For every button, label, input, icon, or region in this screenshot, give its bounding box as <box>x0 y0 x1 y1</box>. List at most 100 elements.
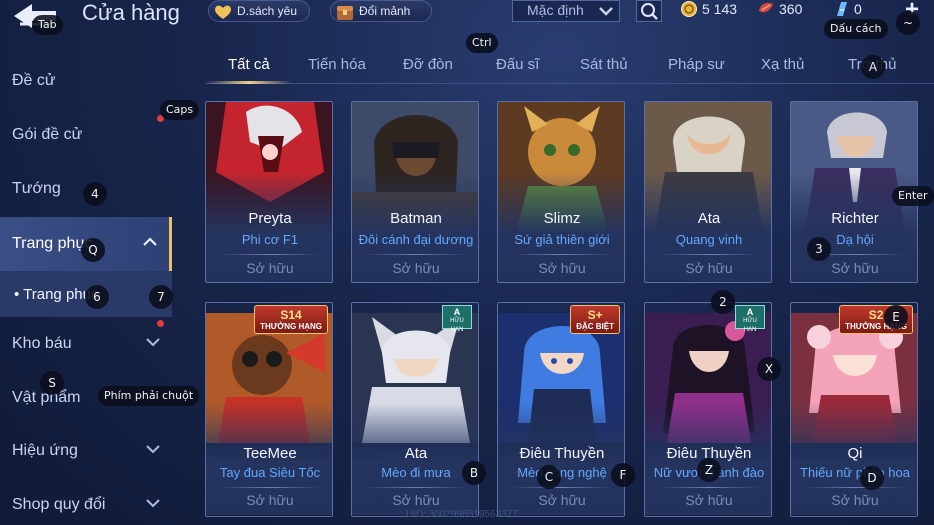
skin-card[interactable]: Slimz Sứ giả thiên giới Sở hữu <box>497 101 625 283</box>
voucher-counter: 0 <box>834 0 862 18</box>
skin-name: Quang vinh <box>675 232 743 247</box>
tab-marksman[interactable]: Xạ thủ <box>761 56 804 73</box>
skin-card[interactable]: Batman Đôi cánh đại dương Sở hữu <box>351 101 479 283</box>
sidebar-item-label: Đề cử <box>12 72 56 89</box>
tag-label: THƯỞNG HẠNG <box>260 322 322 331</box>
skin-card[interactable]: S2 THƯỞNG HẠNG Qi Thiếu nữ pháo hoa Sở h… <box>790 302 918 517</box>
hero-name: TeeMee <box>243 445 297 462</box>
skin-name: Phi cơ F1 <box>241 232 299 247</box>
skin-card[interactable]: S14 THƯỞNG HẠNG TeeMee Tay đua Siêu Tốc … <box>205 302 333 517</box>
sidebar-item-exchange-shop[interactable]: Shop quy đổi <box>0 478 172 525</box>
ownership-status: Sở hữu <box>392 260 440 276</box>
tab-assassin[interactable]: Sát thủ <box>580 56 628 73</box>
skin-card[interactable]: Preyta Phi cơ F1 Sở hữu <box>205 101 333 283</box>
voucher-amount: 0 <box>854 1 862 17</box>
skin-card[interactable]: Ata Quang vinh Sở hữu <box>644 101 772 283</box>
card-divider <box>512 487 612 488</box>
card-divider <box>366 487 466 488</box>
tag-label: HỮU HẠN <box>450 318 464 333</box>
sidebar-item-treasure[interactable]: Kho báu <box>0 317 172 371</box>
chevron-down-icon <box>146 499 160 508</box>
skin-name: Tay đua Siêu Tốc <box>219 465 321 480</box>
chevron-down-icon <box>599 7 613 16</box>
skin-card[interactable]: A HỮU HẠN Ata Mèo đi mưa Sở hữu <box>351 302 479 517</box>
key-hint-4: 4 <box>83 182 107 206</box>
rank-reward-tag: S14 THƯỞNG HẠNG <box>254 305 328 334</box>
sidebar-item-effects[interactable]: Hiệu ứng <box>0 424 172 478</box>
sidebar-item-label: Gói đề cử <box>12 126 83 143</box>
key-hint-ctrl: Ctrl <box>466 33 498 53</box>
gold-amount: 5 143 <box>702 1 738 17</box>
hero-name: Ata <box>404 445 428 462</box>
shard-exchange-button[interactable]: Đổi mảnh <box>330 0 432 22</box>
sidebar-item-label: Shop quy đổi <box>12 496 106 513</box>
card-divider <box>220 487 320 488</box>
card-divider <box>512 254 612 255</box>
tag-grade: S+ <box>587 308 603 322</box>
skin-card[interactable]: S+ ĐẶC BIỆT Điêu Thuyền Mèo công nghệ Sở… <box>497 302 625 517</box>
gem-icon <box>759 2 773 13</box>
hero-name: Slimz <box>543 210 581 227</box>
sort-value: Mặc định <box>527 2 584 18</box>
chevron-down-icon <box>146 338 160 347</box>
skin-name: Mèo công nghệ <box>517 465 607 480</box>
special-tag: S+ ĐẶC BIỆT <box>570 305 620 334</box>
tag-label: ĐẶC BIỆT <box>576 322 614 331</box>
category-tabs: Tất cả Tiến hóa Đỡ đòn Đấu sĩ Sát thủ Ph… <box>206 52 934 84</box>
key-hint-a: A <box>861 55 885 79</box>
limited-tag: A HỮU HẠN <box>442 305 472 333</box>
skin-name: Mèo đi mưa <box>381 465 451 480</box>
tab-mage[interactable]: Pháp sư <box>668 56 725 73</box>
tab-evolution[interactable]: Tiến hóa <box>308 56 366 73</box>
key-hint-x: X <box>757 357 781 381</box>
skin-name: Thiếu nữ pháo hoa <box>800 465 910 480</box>
user-id: UID: 3002998519563377 <box>406 509 518 520</box>
chevron-up-icon <box>143 237 157 246</box>
key-hint-e: E <box>884 305 908 329</box>
hero-name: Ata <box>697 210 721 227</box>
tag-season: S14 <box>280 308 302 322</box>
gold-counter: 5 143 <box>680 0 737 18</box>
search-icon <box>641 3 658 20</box>
ownership-status: Sở hữu <box>685 492 733 508</box>
skin-card[interactable]: A HỮU HẠN Điêu Thuyền Nữ vương anh đào S… <box>644 302 772 517</box>
sidebar-item-recommended[interactable]: Đề cử <box>0 54 172 108</box>
notification-dot <box>157 320 164 327</box>
ownership-status: Sở hữu <box>538 260 586 276</box>
key-hint-enter: Enter <box>892 186 934 206</box>
tab-fighter[interactable]: Đấu sĩ <box>496 56 539 73</box>
key-hint-7: 7 <box>149 285 173 309</box>
tab-tank[interactable]: Đỡ đòn <box>403 56 453 73</box>
exchange-label: Đổi mảnh <box>359 4 411 18</box>
card-divider <box>366 254 466 255</box>
skin-name: Sứ giả thiên giới <box>514 232 610 247</box>
wishlist-label: D.sách yêu <box>237 4 298 18</box>
ownership-status: Sở hữu <box>246 260 294 276</box>
skin-name: Đôi cánh đại dương <box>358 232 474 247</box>
wishlist-button[interactable]: D.sách yêu <box>208 0 310 22</box>
ownership-status: Sở hữu <box>246 492 294 508</box>
sidebar-item-label: Hiệu ứng <box>12 442 78 459</box>
hero-name: Điêu Thuyền <box>519 445 605 462</box>
voucher-icon <box>837 2 847 16</box>
hero-name: Richter <box>831 210 879 227</box>
gold-coin-icon <box>681 1 697 17</box>
ownership-status: Sở hữu <box>831 260 879 276</box>
key-hint-z: Z <box>697 458 721 482</box>
chevron-down-icon <box>146 445 160 454</box>
key-hint-6: 6 <box>85 285 109 309</box>
hero-name: Preyta <box>248 210 292 227</box>
tab-all[interactable]: Tất cả <box>228 56 270 73</box>
sort-dropdown[interactable]: Mặc định <box>512 0 620 22</box>
limited-tag: A HỮU HẠN <box>735 305 765 333</box>
chest-icon <box>337 6 353 20</box>
search-button[interactable] <box>636 0 662 22</box>
gem-counter: 360 <box>757 0 802 18</box>
ownership-status: Sở hữu <box>538 492 586 508</box>
sidebar-item-label: Kho báu <box>12 335 72 352</box>
sidebar-item-label: Tướng <box>12 180 61 197</box>
key-hint-b: B <box>462 461 486 485</box>
heart-icon <box>215 5 231 19</box>
sidebar-item-bundles[interactable]: Gói đề cử <box>0 108 172 162</box>
sidebar: Đề cử Gói đề cử Tướng Trang phục • Trang… <box>0 50 172 525</box>
